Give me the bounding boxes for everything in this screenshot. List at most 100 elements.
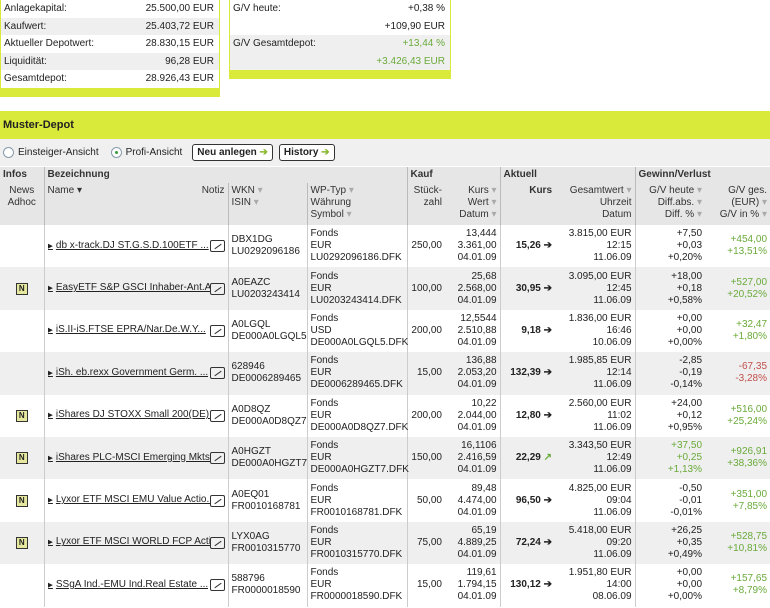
security-name-link[interactable]: ▶ db x-track.DJ ST.G.S.D.100ETF ...: [48, 240, 209, 253]
triangle-right-icon: ▶: [47, 369, 53, 377]
note-edit-icon[interactable]: [209, 367, 225, 380]
uhrzeit: 12:15: [606, 240, 632, 252]
sort-isin[interactable]: ISIN ▾: [232, 197, 304, 209]
note-edit-icon[interactable]: [209, 240, 225, 253]
news-icon[interactable]: N: [15, 452, 28, 465]
gv-heute: +7,50: [676, 228, 703, 240]
uhrzeit: 09:04: [606, 494, 632, 506]
note-edit-icon[interactable]: [209, 452, 225, 465]
uhrzeit: 11:02: [607, 409, 632, 421]
stueckzahl: 15,00: [416, 367, 442, 379]
sort-gvinpct[interactable]: G/V in % ▾: [708, 209, 767, 221]
sort-wptyp[interactable]: WP-Typ ▾: [311, 185, 404, 197]
security-name-link[interactable]: ▶ iShares PLC-MSCI Emerging Mkts...: [48, 452, 210, 465]
sort-eur[interactable]: (EUR) ▾: [708, 197, 767, 209]
header-waehrung: Währung: [310, 197, 352, 208]
security-name: db x-track.DJ ST.G.S.D.100ETF ...: [55, 239, 209, 251]
kauf-wert: 2.568,00: [457, 282, 497, 294]
aktuell-datum: 11.06.09: [593, 548, 632, 560]
table-row: N ▶ Lyxor ETF MSCI WORLD FCP Actio... LYX…: [0, 521, 770, 565]
stueckzahl: 250,00: [411, 240, 442, 252]
sort-wkn[interactable]: WKN ▾: [232, 185, 304, 197]
triangle-right-icon: ▶: [47, 581, 53, 589]
sort-kurs[interactable]: Kurs ▾: [448, 185, 496, 197]
sort-datum[interactable]: Datum ▾: [448, 209, 496, 221]
sort-gvheute[interactable]: G/V heute ▾: [639, 185, 702, 197]
wp-typ: Fonds: [310, 270, 339, 282]
gv-gesamt-eur: +528,75: [730, 530, 768, 542]
aktuell-kurs: 72,24: [515, 536, 541, 548]
news-icon[interactable]: N: [15, 494, 28, 507]
kauf-wert: 2.053,20: [457, 367, 497, 379]
kauf-datum: 04.01.09: [457, 252, 497, 264]
diff-pct: +0,58%: [667, 294, 703, 306]
security-name-link[interactable]: ▶ Lyxor ETF MSCI EMU Value Actio...: [48, 494, 210, 507]
note-edit-icon[interactable]: [209, 409, 225, 422]
security-name-link[interactable]: ▶ SSgA Ind.-EMU Ind.Real Estate ...: [48, 579, 209, 592]
gv-gesamt-eur: +3.426,43 EUR: [376, 55, 445, 67]
trend-flat-icon: ➔: [543, 494, 553, 506]
einsteiger-radio[interactable]: [3, 147, 14, 158]
note-edit-icon[interactable]: [209, 536, 225, 549]
news-icon[interactable]: N: [15, 409, 28, 422]
kauf-datum: 04.01.09: [457, 591, 497, 603]
isin: LU0203243414: [231, 288, 300, 300]
kauf-datum: 04.01.09: [457, 379, 497, 391]
note-edit-icon[interactable]: [209, 324, 225, 337]
note-edit-icon[interactable]: [209, 282, 225, 295]
gv-heute: +24,00: [671, 397, 703, 409]
note-edit-icon[interactable]: [209, 579, 225, 592]
gesamtwert: 3.095,00 EUR: [568, 270, 632, 282]
sort-diffabs[interactable]: Diff.abs. ▾: [639, 197, 702, 209]
isin: DE000A0HGZT7: [231, 458, 308, 470]
wp-typ: Fonds: [310, 397, 339, 409]
note-edit-icon[interactable]: [209, 494, 225, 507]
gv-gesamt-eur: +516,00: [730, 403, 768, 415]
security-name: iS.II-iS.FTSE EPRA/Nar.De.W.Y...: [55, 324, 206, 336]
einsteiger-label[interactable]: Einsteiger-Ansicht: [18, 147, 99, 158]
security-name-link[interactable]: ▶ iS.II-iS.FTSE EPRA/Nar.De.W.Y...: [48, 324, 206, 337]
stueckzahl: 15,00: [416, 579, 442, 591]
news-icon[interactable]: N: [15, 536, 28, 549]
security-name-link[interactable]: ▶ iSh. eb.rexx Government Germ. ...: [48, 367, 209, 380]
gesamtwert: 4.825,00 EUR: [568, 482, 632, 494]
summary-label: Kaufwert:: [4, 20, 47, 32]
history-button[interactable]: History ➔: [278, 144, 335, 161]
security-name-link[interactable]: ▶ iShares DJ STOXX Small 200(DE)...: [48, 409, 210, 422]
waehrung: EUR: [310, 494, 332, 506]
diff-pct: -0,01%: [670, 506, 703, 518]
trend-flat-icon: ➔: [543, 282, 553, 294]
security-name-link[interactable]: ▶ Lyxor ETF MSCI WORLD FCP Actio...: [48, 536, 210, 549]
diff-pct: -0,14%: [670, 379, 703, 391]
stueckzahl: 200,00: [411, 409, 442, 421]
news-icon[interactable]: N: [15, 282, 28, 295]
profi-radio[interactable]: [110, 147, 122, 158]
sort-symbol[interactable]: Symbol ▾: [311, 209, 404, 221]
neu-anlegen-button[interactable]: Neu anlegen ➔: [192, 144, 273, 161]
gv-gesamt-eur: +32,47: [736, 318, 768, 330]
gesamtwert: 3.815,00 EUR: [568, 228, 632, 240]
symbol: LU0203243414.DFK: [310, 294, 402, 306]
summary-label: Anlagekapital:: [4, 3, 67, 14]
kauf-kurs: 89,48: [471, 482, 497, 494]
wkn: A0EAZC: [231, 276, 271, 288]
depot-title: Muster-Depot: [0, 111, 770, 139]
aktuell-kurs: 9,18: [521, 324, 541, 336]
diff-pct: +0,95%: [667, 421, 703, 433]
security-name: iShares PLC-MSCI Emerging Mkts...: [55, 451, 210, 463]
gv-heute: +18,00: [671, 270, 703, 282]
summary-label: Liquidität:: [4, 55, 47, 67]
sort-name[interactable]: Name ▾: [48, 185, 82, 197]
sort-diffpct[interactable]: Diff. % ▾: [639, 209, 702, 221]
gv-summary-box: G/V heute: +0,38 % +109,90 EUR G/V Gesamt…: [229, 0, 451, 79]
sort-wert[interactable]: Wert ▾: [448, 197, 497, 209]
sort-gesamtwert[interactable]: Gesamtwert ▾: [558, 185, 632, 197]
diff-pct: +0,00%: [667, 336, 703, 348]
header-zahl: zahl: [423, 197, 442, 208]
profi-label[interactable]: Profi-Ansicht: [126, 147, 183, 158]
kauf-datum: 04.01.09: [457, 464, 497, 476]
header-kauf: Kauf: [406, 167, 501, 183]
summary-label: Aktueller Depotwert:: [4, 38, 95, 49]
security-name-link[interactable]: ▶ EasyETF S&P GSCI Inhaber-Ant.A...: [48, 282, 210, 295]
isin: FR0010168781: [231, 500, 301, 512]
